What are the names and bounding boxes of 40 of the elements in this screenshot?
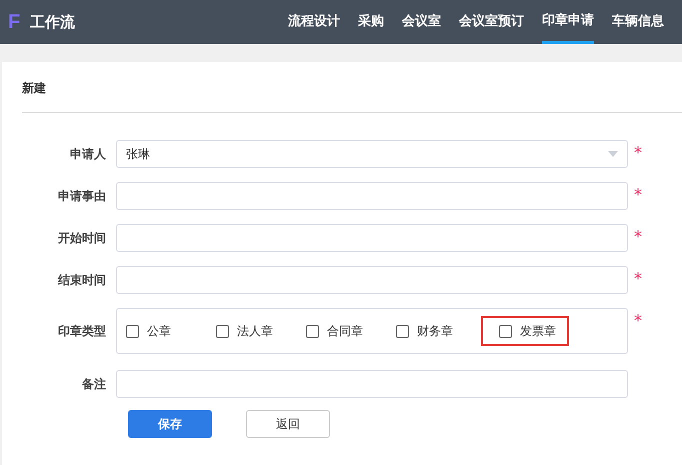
nav-tab[interactable]: 流程设计	[288, 0, 340, 44]
required-mark: *	[634, 143, 642, 162]
checkbox-label: 发票章	[520, 322, 556, 340]
checkbox-label: 财务章	[417, 322, 453, 340]
checkbox-option[interactable]: 财务章	[391, 316, 481, 346]
card-title: 新建	[22, 62, 682, 113]
select-value: 张琳	[126, 146, 150, 162]
field-label: 开始时间	[57, 230, 107, 246]
nav-tab[interactable]: 印章申请	[542, 0, 594, 44]
checkbox[interactable]	[499, 324, 512, 338]
field-label: 备注	[81, 376, 107, 392]
checkbox-option[interactable]: 合同章	[301, 316, 391, 346]
required-mark: *	[634, 185, 642, 204]
back-button[interactable]: 返回	[246, 410, 330, 438]
field-label: 申请人	[69, 146, 107, 162]
checkbox[interactable]	[396, 324, 409, 338]
field-label: 印章类型	[57, 322, 107, 340]
caret-icon	[608, 151, 618, 157]
select-field[interactable]: 张琳	[116, 140, 628, 168]
save-button[interactable]: 保存	[128, 410, 212, 438]
checkbox-option[interactable]: 公章	[121, 316, 211, 346]
highlighted-checkbox-option[interactable]: 发票章	[481, 316, 569, 346]
checkbox-label: 合同章	[327, 322, 363, 340]
app-title: 工作流	[30, 12, 76, 32]
nav-tab[interactable]: 采购	[358, 0, 384, 44]
checkbox-label: 公章	[147, 322, 171, 340]
checkbox[interactable]	[306, 324, 319, 338]
checkbox[interactable]	[216, 324, 229, 338]
field-label: 结束时间	[56, 272, 107, 288]
nav-tab[interactable]: 会议室	[402, 0, 441, 44]
logo: F	[8, 10, 20, 34]
required-mark: *	[634, 311, 642, 330]
checkbox[interactable]	[126, 324, 139, 338]
required-mark: *	[634, 269, 642, 288]
nav-tab[interactable]: 会议室预订	[459, 0, 524, 44]
required-mark: *	[634, 227, 642, 246]
field-label: 申请事由	[57, 188, 107, 204]
checkbox-option[interactable]: 法人章	[211, 316, 301, 346]
checkbox-label: 法人章	[237, 322, 273, 340]
nav-tab[interactable]: 车辆信息	[612, 0, 664, 44]
